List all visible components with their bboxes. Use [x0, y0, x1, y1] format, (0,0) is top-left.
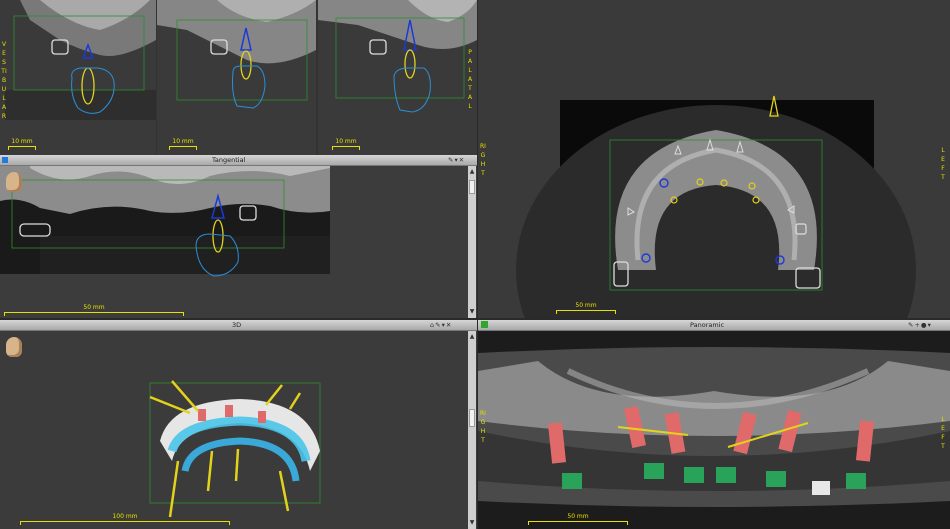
scroll-up-arrow[interactable]: ▲ — [468, 333, 476, 341]
view3d-scale-line — [20, 521, 230, 525]
panoramic-scale-line — [528, 521, 628, 525]
globe-icon[interactable]: ● — [921, 321, 928, 329]
tangential-image — [0, 166, 330, 277]
scale-line-2 — [169, 146, 197, 150]
orientation-label-palatal: PALATAL — [467, 49, 473, 110]
view3d-title: 3D — [232, 321, 242, 329]
scale-bar-1: 10 mm — [8, 138, 36, 150]
axial-view[interactable]: RIGHT LEFT 50 mm — [478, 0, 950, 318]
tangential-scale-line — [4, 312, 184, 316]
scale-bar-2: 10 mm — [169, 138, 197, 150]
axial-scale-bar: 50 mm — [556, 302, 616, 314]
orientation-label-vestibular: VESTIBULAR — [1, 41, 7, 120]
view3d-scrollbar[interactable]: ▲ ▼ — [468, 331, 476, 529]
axial-image — [516, 95, 916, 318]
axial-scale-line — [556, 310, 616, 314]
scale-label-3: 10 mm — [335, 138, 357, 145]
cross-section-image-2 — [157, 0, 316, 155]
panoramic-title-bar[interactable]: Panoramic ✎+●▾ — [478, 320, 950, 331]
scroll-thumb[interactable] — [469, 180, 475, 194]
panoramic-orientation-right: RIGHT — [480, 410, 486, 444]
cross-section-row: 10 mm VESTIBULAR 10 mm 10 mm PALATAL — [0, 0, 477, 155]
scale-label-2: 10 mm — [172, 138, 194, 145]
close-icon[interactable]: ✕ — [459, 156, 465, 164]
close-icon[interactable]: ✕ — [446, 321, 452, 329]
panoramic-title: Panoramic — [690, 321, 725, 329]
cross-section-image-1 — [0, 0, 156, 155]
view3d-scale-bar: 100 mm — [20, 513, 230, 525]
cross-section-view-2[interactable]: 10 mm — [157, 0, 316, 155]
tangential-title: Tangential — [212, 156, 246, 164]
view-color-marker-panoramic — [481, 321, 488, 328]
panoramic-scale-label: 50 mm — [567, 513, 589, 520]
tangential-view[interactable]: 50 mm ▲ ▼ — [0, 166, 477, 318]
view-color-marker-tangential — [2, 157, 8, 163]
panoramic-controls[interactable]: ✎+●▾ — [908, 321, 932, 329]
axial-orientation-left: LEFT — [941, 147, 945, 181]
axial-scale-label: 50 mm — [575, 302, 597, 309]
tangential-scrollbar[interactable]: ▲ ▼ — [468, 166, 476, 318]
head-orientation-icon[interactable] — [6, 337, 22, 357]
scale-bar-3: 10 mm — [332, 138, 360, 150]
tangential-scale-bar: 50 mm — [4, 304, 184, 316]
panoramic-orientation-left: LEFT — [941, 416, 945, 450]
view3d-viewport[interactable]: 100 mm ▲ ▼ — [0, 331, 477, 529]
view3d-model — [149, 380, 321, 518]
scroll-up-arrow[interactable]: ▲ — [468, 168, 476, 176]
cross-section-view-3[interactable]: 10 mm — [318, 0, 477, 155]
scroll-down-arrow[interactable]: ▼ — [468, 519, 476, 527]
menu-icon[interactable]: ▾ — [928, 321, 932, 329]
panoramic-scale-bar: 50 mm — [528, 513, 628, 525]
axial-orientation-right: RIGHT — [480, 143, 486, 177]
head-orientation-icon[interactable] — [6, 172, 22, 192]
tangential-scale-label: 50 mm — [83, 304, 105, 311]
view3d-controls[interactable]: ⌂✎▾✕ — [430, 321, 452, 329]
tangential-title-bar[interactable]: Tangential ✎▾✕ — [0, 155, 477, 166]
scale-line-3 — [332, 146, 360, 150]
scale-line-1 — [8, 146, 36, 150]
cross-section-view-1[interactable]: 10 mm — [0, 0, 156, 155]
tangential-controls[interactable]: ✎▾✕ — [448, 156, 465, 164]
cross-section-image-3 — [318, 0, 477, 155]
scale-label-1: 10 mm — [11, 138, 33, 145]
view3d-scale-label: 100 mm — [112, 513, 138, 520]
scroll-down-arrow[interactable]: ▼ — [468, 308, 476, 316]
panoramic-image — [478, 347, 950, 507]
view3d-title-bar[interactable]: 3D ⌂✎▾✕ — [0, 320, 477, 331]
scroll-thumb[interactable] — [469, 409, 475, 427]
panoramic-view[interactable]: RIGHT LEFT 50 mm — [478, 331, 950, 529]
